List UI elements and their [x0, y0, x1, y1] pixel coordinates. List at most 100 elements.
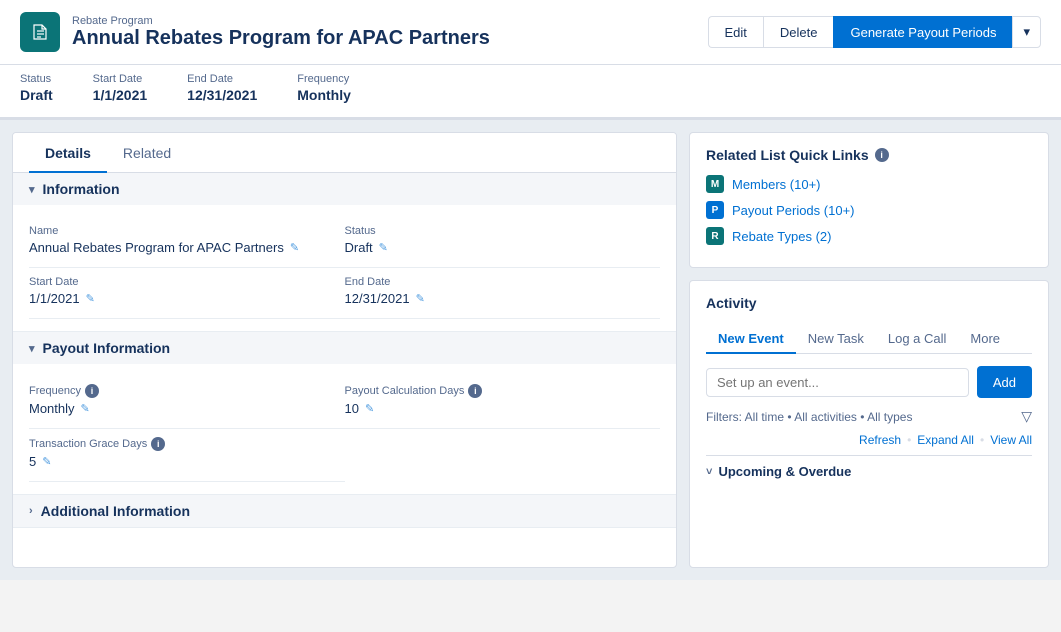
field-payout-calc-days-value: 10 ✎: [345, 401, 661, 416]
tab-new-event[interactable]: New Event: [706, 323, 796, 354]
meta-start-date: Start Date 1/1/2021: [93, 73, 148, 103]
header-title-block: Rebate Program Annual Rebates Program fo…: [72, 15, 490, 50]
meta-start-date-value: 1/1/2021: [93, 87, 148, 103]
quick-links-title: Related List Quick Links i: [706, 147, 1032, 163]
field-transaction-grace-days-value: 5 ✎: [29, 454, 321, 469]
frequency-edit-icon[interactable]: ✎: [81, 402, 90, 415]
upcoming-chevron-icon: ˅: [706, 466, 712, 478]
dropdown-button[interactable]: ▾: [1012, 16, 1041, 48]
page-title: Annual Rebates Program for APAC Partners: [72, 27, 490, 50]
payout-section-header[interactable]: ▾ Payout Information: [13, 332, 676, 364]
field-name: Name Annual Rebates Program for APAC Par…: [29, 217, 345, 268]
quick-link-rebate-types: R Rebate Types (2): [706, 227, 1032, 245]
field-frequency: Frequency i Monthly ✎: [29, 376, 345, 429]
event-input-row: Add: [706, 366, 1032, 398]
payout-periods-link[interactable]: Payout Periods (10+): [732, 203, 854, 218]
additional-section-title: Additional Information: [41, 503, 190, 519]
meta-status: Status Draft: [20, 73, 53, 103]
payout-section-body: Frequency i Monthly ✎ Payout Calculation…: [13, 364, 676, 494]
view-all-link[interactable]: View All: [990, 433, 1032, 447]
refresh-link[interactable]: Refresh: [859, 433, 901, 447]
chevron-down-icon: ▾: [29, 342, 35, 355]
tab-details[interactable]: Details: [29, 133, 107, 173]
field-status-label: Status: [345, 225, 661, 237]
field-status-value: Draft ✎: [345, 240, 661, 255]
event-input[interactable]: [706, 368, 969, 397]
field-frequency-label: Frequency i: [29, 384, 321, 398]
meta-end-date: End Date 12/31/2021: [187, 73, 257, 103]
activity-title: Activity: [706, 295, 1032, 311]
quick-links-info-icon[interactable]: i: [875, 148, 889, 162]
left-panel: Details Related ▾ Information Name Annua…: [12, 132, 677, 568]
page-header: Rebate Program Annual Rebates Program fo…: [0, 0, 1061, 65]
filters-text: Filters: All time • All activities • All…: [706, 410, 912, 424]
field-frequency-value: Monthly ✎: [29, 401, 321, 416]
payout-periods-icon: P: [706, 201, 724, 219]
filters-row: Filters: All time • All activities • All…: [706, 408, 1032, 425]
payout-information-section: ▾ Payout Information Frequency i Monthly…: [13, 332, 676, 495]
tab-log-call[interactable]: Log a Call: [876, 323, 959, 354]
filter-icon[interactable]: ▽: [1021, 408, 1032, 425]
additional-section-header[interactable]: › Additional Information: [13, 495, 676, 527]
meta-frequency-value: Monthly: [297, 87, 351, 103]
detail-tabs: Details Related: [13, 133, 676, 173]
header-actions: Edit Delete Generate Payout Periods ▾: [708, 16, 1042, 48]
field-name-value: Annual Rebates Program for APAC Partners…: [29, 240, 321, 255]
payout-calc-days-info-icon[interactable]: i: [468, 384, 482, 398]
expand-all-link[interactable]: Expand All: [917, 433, 974, 447]
generate-payout-button[interactable]: Generate Payout Periods: [833, 16, 1012, 48]
tab-more[interactable]: More: [958, 323, 1012, 354]
transaction-grace-days-info-icon[interactable]: i: [151, 437, 165, 451]
activity-card: Activity New Event New Task Log a Call M…: [689, 280, 1049, 568]
app-icon: [20, 12, 60, 52]
meta-end-date-label: End Date: [187, 73, 257, 85]
chevron-right-icon: ›: [29, 505, 33, 517]
information-section-header[interactable]: ▾ Information: [13, 173, 676, 205]
field-start-date: Start Date 1/1/2021 ✎: [29, 268, 345, 319]
edit-button[interactable]: Edit: [708, 16, 763, 48]
meta-frequency-label: Frequency: [297, 73, 351, 85]
add-button[interactable]: Add: [977, 366, 1032, 398]
field-start-date-value: 1/1/2021 ✎: [29, 291, 321, 306]
meta-row: Status Draft Start Date 1/1/2021 End Dat…: [0, 65, 1061, 120]
name-edit-icon[interactable]: ✎: [290, 241, 299, 254]
field-status: Status Draft ✎: [345, 217, 661, 268]
field-transaction-grace-days-label: Transaction Grace Days i: [29, 437, 321, 451]
quick-link-members: M Members (10+): [706, 175, 1032, 193]
transaction-grace-days-edit-icon[interactable]: ✎: [42, 455, 51, 468]
content-area: Details Related ▾ Information Name Annua…: [0, 120, 1061, 580]
meta-start-date-label: Start Date: [93, 73, 148, 85]
information-section-title: Information: [43, 181, 120, 197]
tab-new-task[interactable]: New Task: [796, 323, 876, 354]
record-type-label: Rebate Program: [72, 15, 490, 27]
upcoming-header[interactable]: ˅ Upcoming & Overdue: [706, 464, 1032, 479]
chevron-down-icon: ▾: [1023, 24, 1030, 40]
field-end-date: End Date 12/31/2021 ✎: [345, 268, 661, 319]
status-edit-icon[interactable]: ✎: [379, 241, 388, 254]
payout-fields-grid: Frequency i Monthly ✎ Payout Calculation…: [29, 376, 660, 482]
field-payout-calc-days: Payout Calculation Days i 10 ✎: [345, 376, 661, 429]
end-date-edit-icon[interactable]: ✎: [416, 292, 425, 305]
information-section-body: Name Annual Rebates Program for APAC Par…: [13, 205, 676, 331]
meta-frequency: Frequency Monthly: [297, 73, 351, 103]
quick-links-card: Related List Quick Links i M Members (10…: [689, 132, 1049, 268]
rebate-types-link[interactable]: Rebate Types (2): [732, 229, 831, 244]
field-transaction-grace-days: Transaction Grace Days i 5 ✎: [29, 429, 345, 482]
upcoming-section: ˅ Upcoming & Overdue: [706, 455, 1032, 479]
frequency-info-icon[interactable]: i: [85, 384, 99, 398]
delete-button[interactable]: Delete: [763, 16, 834, 48]
upcoming-label: Upcoming & Overdue: [718, 464, 851, 479]
tab-related[interactable]: Related: [107, 133, 187, 173]
members-link[interactable]: Members (10+): [732, 177, 821, 192]
right-panel: Related List Quick Links i M Members (10…: [689, 132, 1049, 568]
members-icon: M: [706, 175, 724, 193]
rebate-types-icon: R: [706, 227, 724, 245]
start-date-edit-icon[interactable]: ✎: [86, 292, 95, 305]
action-links: Refresh • Expand All • View All: [706, 433, 1032, 447]
payout-calc-days-edit-icon[interactable]: ✎: [365, 402, 374, 415]
field-end-date-value: 12/31/2021 ✎: [345, 291, 661, 306]
quick-link-payout-periods: P Payout Periods (10+): [706, 201, 1032, 219]
header-left: Rebate Program Annual Rebates Program fo…: [20, 12, 490, 52]
meta-status-value: Draft: [20, 87, 53, 103]
payout-section-title: Payout Information: [43, 340, 171, 356]
